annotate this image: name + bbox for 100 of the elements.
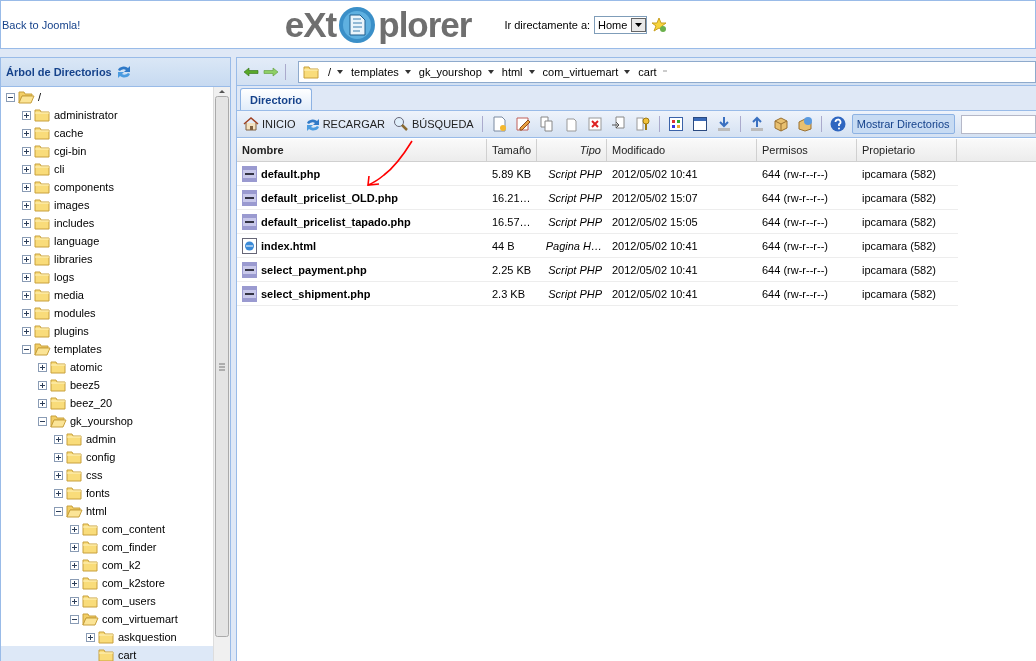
expand-icon[interactable] (22, 272, 31, 282)
dropdown-icon (631, 17, 647, 32)
expand-icon[interactable] (22, 308, 31, 318)
column-header[interactable]: Permisos (757, 139, 857, 161)
tree-item[interactable]: fonts (1, 484, 213, 502)
home-button[interactable]: INICIO (241, 114, 298, 134)
expand-icon[interactable] (70, 596, 79, 606)
package-icon[interactable] (772, 116, 789, 132)
tree-item[interactable]: html (1, 502, 213, 520)
tree-item[interactable]: / (1, 88, 213, 106)
back-arrow-icon[interactable] (243, 66, 259, 77)
collapse-icon[interactable] (22, 344, 31, 354)
tree-item[interactable]: com_finder (1, 538, 213, 556)
expand-icon[interactable] (22, 164, 31, 174)
tree-item[interactable]: templates (1, 340, 213, 358)
tree-item[interactable]: gk_yourshop (1, 412, 213, 430)
tree-item[interactable]: com_k2 (1, 556, 213, 574)
expand-icon[interactable] (22, 290, 31, 300)
tree-item[interactable]: config (1, 448, 213, 466)
folder-icon (34, 305, 51, 321)
tree-item[interactable]: admin (1, 430, 213, 448)
expand-icon[interactable] (22, 200, 31, 210)
tree-item[interactable]: modules (1, 304, 213, 322)
path-segment[interactable]: / (328, 65, 332, 78)
key-icon[interactable] (634, 116, 651, 132)
tab[interactable]: Directorio (240, 88, 312, 110)
tree-item[interactable]: language (1, 232, 213, 250)
expand-icon[interactable] (38, 362, 47, 372)
tree-item[interactable]: images (1, 196, 213, 214)
expand-icon[interactable] (22, 110, 31, 120)
tree-item[interactable]: cart (1, 646, 213, 661)
tree-item[interactable]: plugins (1, 322, 213, 340)
tree-item[interactable]: cache (1, 124, 213, 142)
expand-icon[interactable] (54, 470, 63, 480)
tree-item[interactable]: css (1, 466, 213, 484)
window-icon[interactable] (691, 116, 708, 132)
path-segment[interactable]: com_virtuemart (542, 65, 619, 78)
toggle-button[interactable]: Mostrar Directorios (851, 114, 955, 134)
tree-item[interactable]: com_virtuemart (1, 610, 213, 628)
column-header[interactable]: Modificado (607, 139, 757, 161)
expand-icon[interactable] (70, 524, 79, 534)
expand-icon[interactable] (86, 632, 95, 642)
tree-item[interactable]: media (1, 286, 213, 304)
tree-item[interactable]: com_users (1, 592, 213, 610)
jump-select[interactable]: Home (594, 15, 648, 34)
expand-icon[interactable] (22, 326, 31, 336)
path-segment[interactable]: templates (351, 65, 399, 78)
back-link[interactable]: Back to Joomla! (2, 18, 81, 31)
tree-item[interactable]: logs (1, 268, 213, 286)
expand-icon[interactable] (22, 236, 31, 246)
tree-item[interactable]: com_content (1, 520, 213, 538)
download-icon[interactable] (715, 116, 732, 132)
collapse-icon[interactable] (70, 614, 79, 624)
column-header[interactable]: Tamaño (487, 139, 537, 161)
tree-item[interactable]: cli (1, 160, 213, 178)
collapse-icon[interactable] (6, 92, 15, 102)
tree-item[interactable]: beez_20 (1, 394, 213, 412)
tree-item[interactable]: libraries (1, 250, 213, 268)
expand-icon[interactable] (70, 560, 79, 570)
reload-button[interactable]: RECARGAR (301, 114, 387, 134)
path-segment[interactable]: html (501, 65, 523, 78)
column-header[interactable]: Propietario (857, 139, 957, 161)
scrollbar[interactable] (213, 87, 230, 661)
search-field[interactable] (960, 114, 1036, 134)
search-button[interactable]: BÚSQUEDA (390, 114, 476, 134)
tree-item[interactable]: cgi-bin (1, 142, 213, 160)
expand-icon[interactable] (22, 218, 31, 228)
expand-icon[interactable] (22, 254, 31, 264)
tree-item[interactable]: beez5 (1, 376, 213, 394)
expand-icon[interactable] (38, 398, 47, 408)
expand-icon[interactable] (22, 146, 31, 156)
expand-icon[interactable] (54, 452, 63, 462)
edit-file-icon[interactable] (514, 116, 531, 132)
star-icon[interactable] (651, 16, 668, 33)
tree-item[interactable]: administrator (1, 106, 213, 124)
column-header[interactable]: Tipo (537, 139, 607, 161)
move-icon[interactable] (610, 116, 627, 132)
path-segment[interactable]: cart (638, 65, 657, 78)
expand-icon[interactable] (22, 128, 31, 138)
extract-icon[interactable] (796, 116, 813, 132)
tree-item[interactable]: com_k2store (1, 574, 213, 592)
help-icon[interactable] (829, 116, 846, 132)
expand-icon[interactable] (70, 578, 79, 588)
delete-icon[interactable] (586, 116, 603, 132)
expand-icon[interactable] (54, 434, 63, 444)
expand-icon[interactable] (70, 542, 79, 552)
expand-icon[interactable] (38, 380, 47, 390)
collapse-icon[interactable] (54, 506, 63, 516)
path-segment[interactable]: gk_yourshop (418, 65, 482, 78)
tree-item[interactable]: includes (1, 214, 213, 232)
expand-icon[interactable] (54, 488, 63, 498)
tree-item[interactable]: askquestion (1, 628, 213, 646)
tree-item[interactable]: atomic (1, 358, 213, 376)
collapse-icon[interactable] (38, 416, 47, 426)
upload-icon[interactable] (748, 116, 765, 132)
path-field[interactable]: / templates gk_yourshop html com_virtuemart cart (298, 60, 1036, 83)
tree-item[interactable]: components (1, 178, 213, 196)
column-header[interactable]: Nombre (237, 139, 487, 161)
grid-icon[interactable] (667, 116, 684, 132)
expand-icon[interactable] (22, 182, 31, 192)
